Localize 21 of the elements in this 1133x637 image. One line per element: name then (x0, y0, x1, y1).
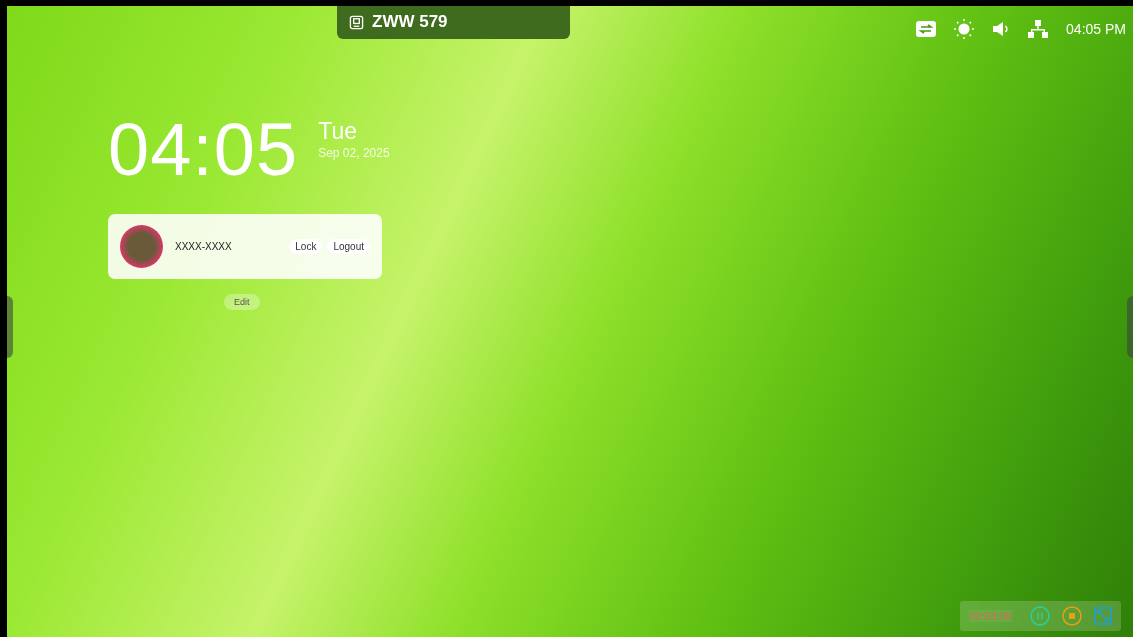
clock-weekday: Tue (318, 118, 358, 145)
volume-icon[interactable] (992, 21, 1011, 37)
status-time: 04:05 PM (1066, 21, 1126, 37)
device-name-badge: ZWW 579 (337, 6, 570, 39)
brightness-icon[interactable] (954, 19, 975, 39)
recording-timer: 00:03:00 (969, 610, 1012, 622)
left-side-handle[interactable] (7, 296, 13, 358)
edit-button[interactable]: Edit (224, 294, 260, 310)
clock-date: Sep 02, 2025 (318, 146, 390, 160)
network-icon[interactable] (1028, 20, 1049, 38)
stop-icon[interactable] (1062, 606, 1082, 626)
display-icon (349, 14, 364, 30)
user-action-button[interactable]: Lock (289, 239, 323, 254)
expand-icon[interactable] (1094, 607, 1112, 625)
user-name: XXXX-XXXX (175, 241, 233, 252)
avatar-photo-placeholder (120, 225, 163, 268)
pause-icon[interactable] (1030, 606, 1050, 626)
switch-icon[interactable] (916, 21, 937, 37)
right-side-handle[interactable] (1127, 296, 1133, 358)
user-action-button[interactable]: Logout (327, 239, 370, 254)
clock-time: 04:05 (108, 113, 299, 187)
